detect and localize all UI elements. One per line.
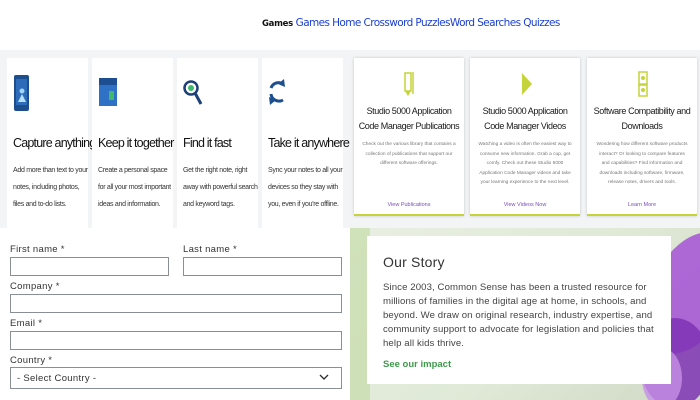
download-title: Software Compatibility and Downloads bbox=[593, 106, 691, 131]
top-nav: Games Games Home Crossword PuzzlesWord S… bbox=[0, 0, 700, 50]
last-name-input[interactable] bbox=[183, 257, 342, 276]
feature-card-keep: Keep it together Create a personal space… bbox=[92, 58, 174, 228]
view-publications-link[interactable]: View Publications bbox=[354, 202, 464, 208]
contact-form: First name * Last name * Company * Email… bbox=[0, 228, 350, 400]
download-title: Studio 5000 Application Code Manager Pub… bbox=[358, 106, 460, 131]
play-icon bbox=[522, 73, 532, 95]
feature-desc: Get the right note, right away with powe… bbox=[183, 167, 258, 208]
nav-link-home[interactable]: Home bbox=[332, 17, 361, 29]
feature-card-take: Take it anywhere Sync your notes to all … bbox=[262, 58, 350, 228]
feature-title: Take it anywhere bbox=[268, 136, 350, 150]
first-name-label: First name * bbox=[10, 244, 65, 255]
email-input[interactable] bbox=[10, 331, 342, 350]
download-desc: Check out the various library that conta… bbox=[362, 142, 456, 166]
nav-link-games[interactable]: Games bbox=[296, 17, 330, 29]
feature-title: Capture anything bbox=[13, 136, 96, 150]
download-card-compatibility: Software Compatibility and Downloads Won… bbox=[587, 58, 697, 216]
download-desc: Watching a video is often the easiest wa… bbox=[478, 142, 572, 185]
sync-icon bbox=[269, 79, 285, 105]
folder-icon bbox=[99, 78, 117, 106]
nav-link-crossword-puzzles[interactable]: Crossword Puzzles bbox=[364, 17, 451, 29]
pencil-icon bbox=[404, 72, 414, 96]
chevron-down-icon bbox=[319, 374, 329, 380]
our-story-card: Our Story Since 2003, Common Sense has b… bbox=[367, 236, 671, 384]
compatibility-icon bbox=[638, 71, 648, 97]
last-name-label: Last name * bbox=[183, 244, 237, 255]
feature-card-capture: Capture anything Add more than text to y… bbox=[7, 58, 96, 228]
nav-link-quizzes[interactable]: Quizzes bbox=[523, 17, 560, 29]
nav-link-word-searches[interactable]: Word Searches bbox=[450, 17, 521, 29]
our-story-title: Our Story bbox=[383, 254, 445, 270]
country-select-value: - Select Country - bbox=[17, 373, 97, 384]
feature-title: Find it fast bbox=[183, 136, 232, 150]
magnifier-icon bbox=[183, 80, 203, 105]
our-story-text: Since 2003, Common Sense has been a trus… bbox=[383, 282, 654, 349]
feature-card-find: Find it fast Get the right note, right a… bbox=[177, 58, 258, 228]
phone-icon bbox=[14, 75, 29, 111]
country-label: Country * bbox=[10, 355, 53, 366]
nav-bar: Games Games Home Crossword PuzzlesWord S… bbox=[262, 17, 560, 29]
nav-brand: Games bbox=[262, 19, 293, 29]
first-name-input[interactable] bbox=[10, 257, 169, 276]
company-label: Company * bbox=[10, 281, 60, 292]
email-label: Email * bbox=[10, 318, 43, 329]
feature-desc: Add more than text to your notes, includ… bbox=[13, 167, 88, 208]
download-card-publications: Studio 5000 Application Code Manager Pub… bbox=[354, 58, 464, 216]
view-videos-link[interactable]: View Videos Now bbox=[470, 202, 580, 208]
feature-desc: Create a personal space for all your mos… bbox=[98, 167, 171, 208]
see-our-impact-link[interactable]: See our impact bbox=[383, 359, 451, 370]
learn-more-link[interactable]: Learn More bbox=[587, 202, 697, 208]
download-card-videos: Studio 5000 Application Code Manager Vid… bbox=[470, 58, 580, 216]
feature-title: Keep it together bbox=[98, 136, 174, 150]
download-title: Studio 5000 Application Code Manager Vid… bbox=[482, 106, 568, 131]
country-select[interactable]: - Select Country - bbox=[10, 367, 342, 389]
download-desc: Wondering how different software product… bbox=[596, 142, 688, 185]
company-input[interactable] bbox=[10, 294, 342, 313]
feature-desc: Sync your notes to all your devices so t… bbox=[268, 167, 343, 208]
